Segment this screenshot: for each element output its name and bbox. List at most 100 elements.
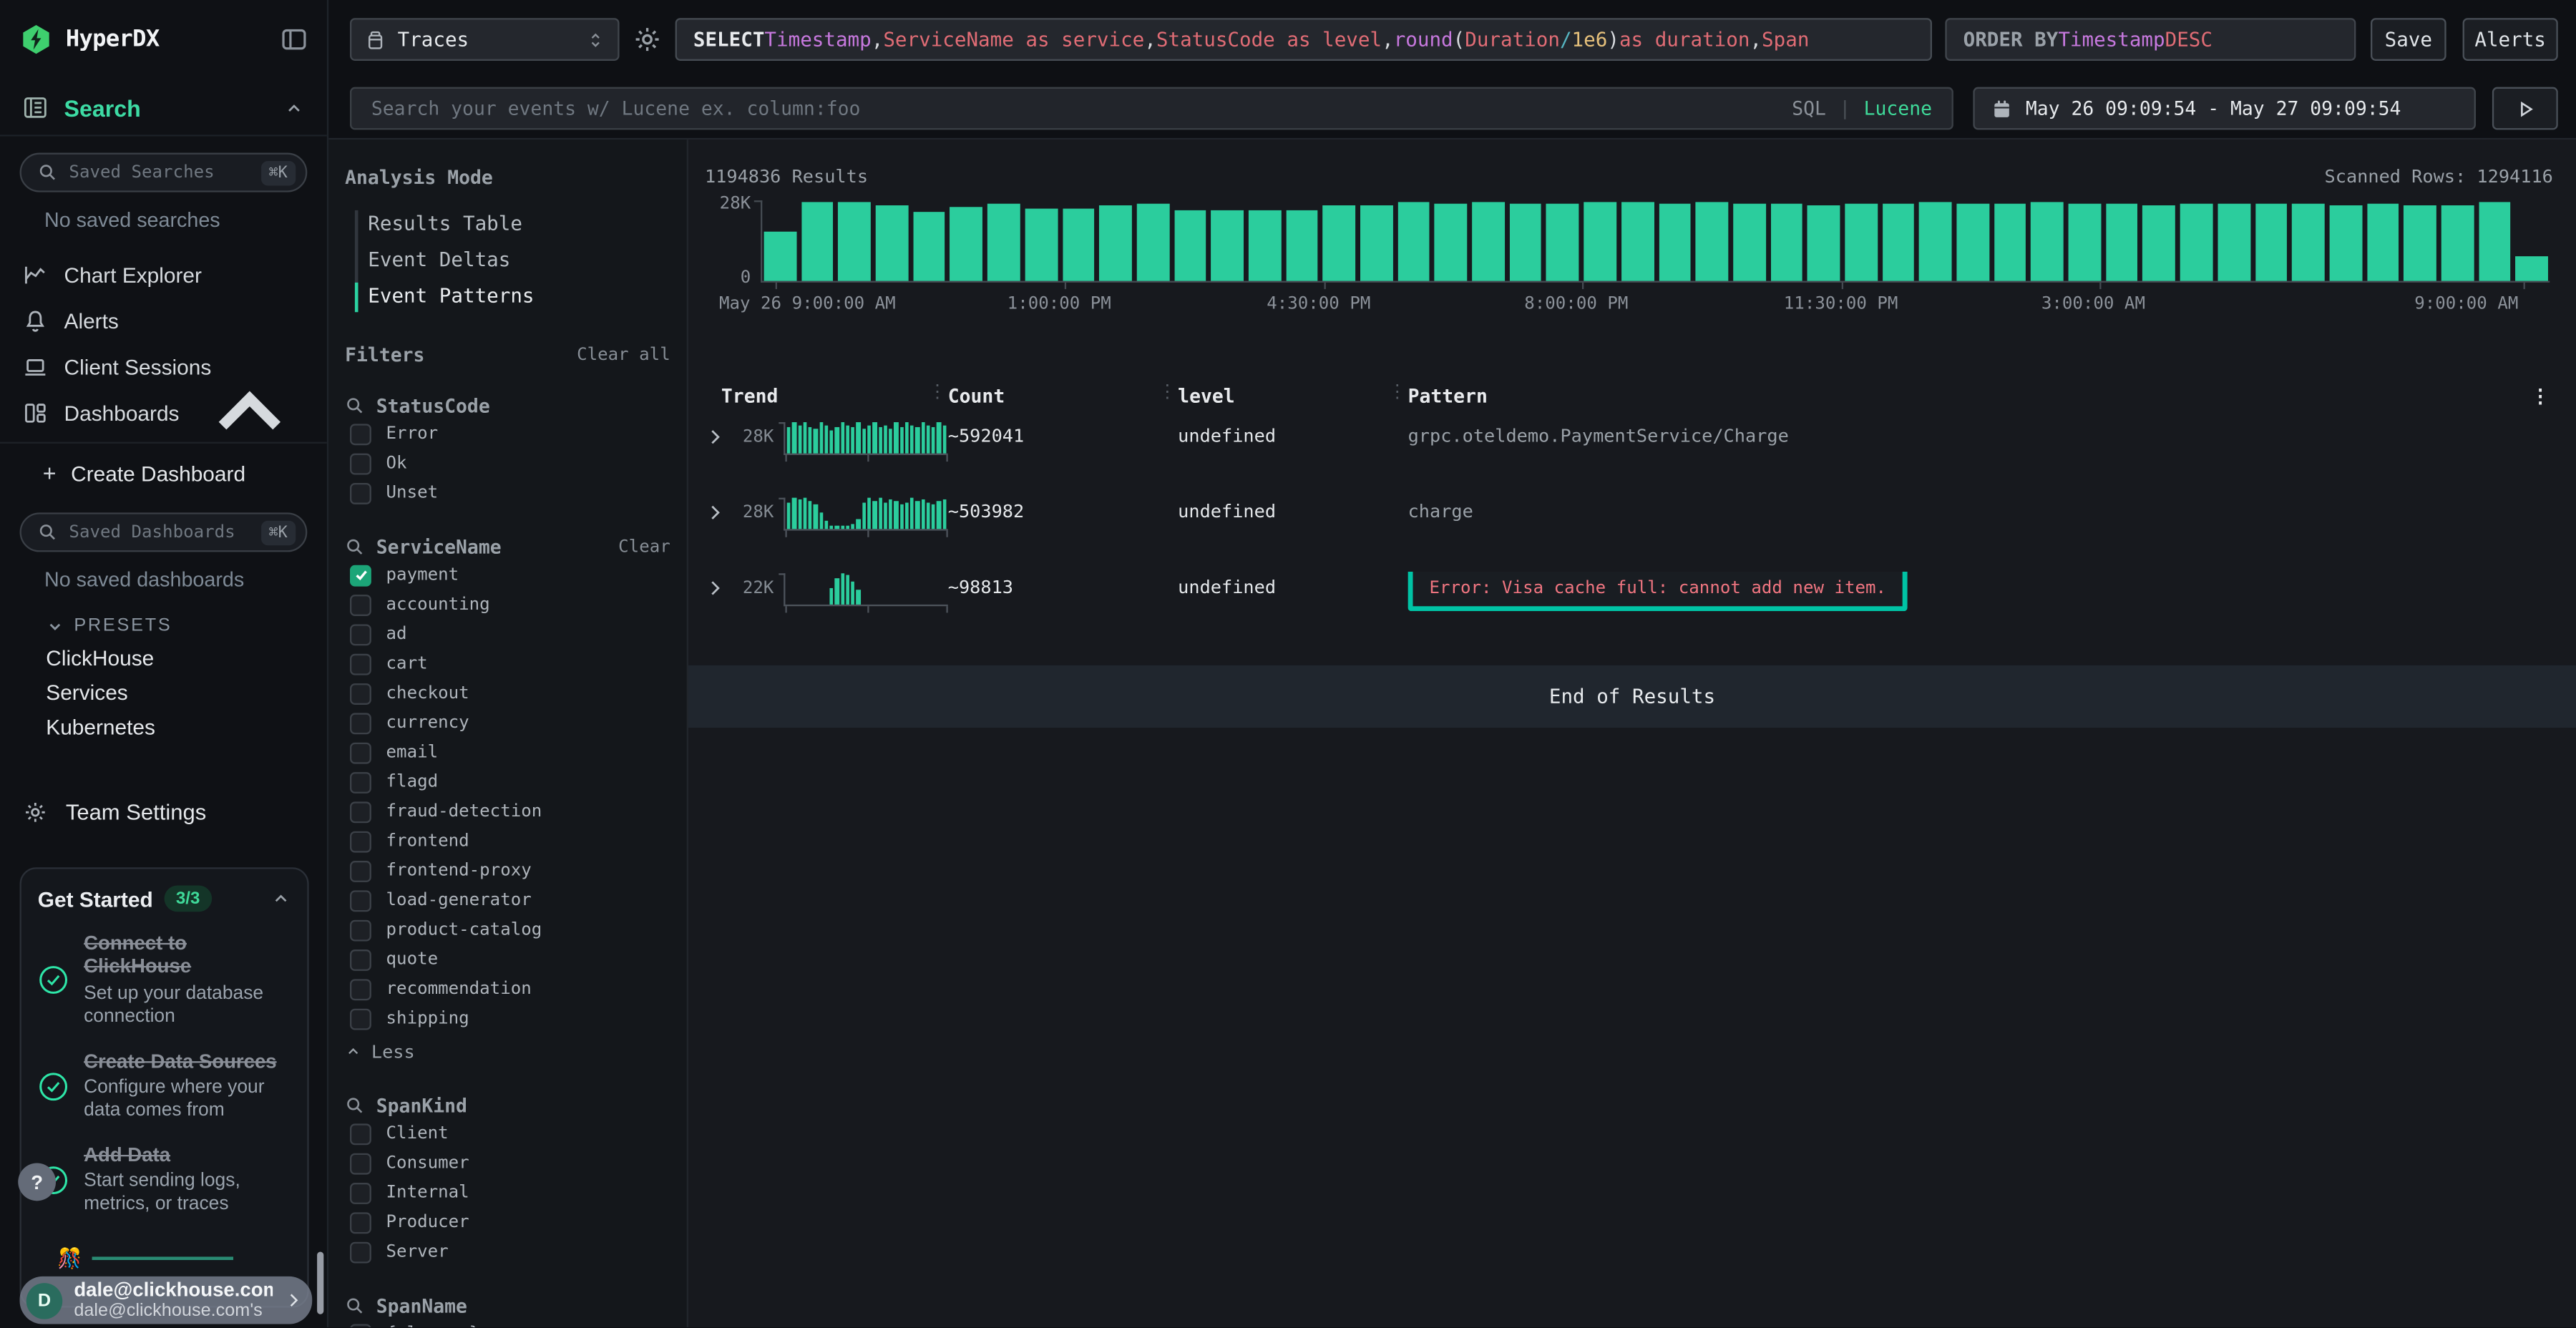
sidebar-item-dashboards[interactable]: Dashboards [0,389,327,435]
column-header-count[interactable]: ⋮Count [948,384,1178,407]
filter-option-ok[interactable]: Ok [345,449,670,478]
histogram-bar[interactable] [2366,205,2399,281]
histogram-bar[interactable] [2441,205,2474,281]
histogram-bar[interactable] [1435,204,1467,281]
filter-option-error[interactable]: Error [345,419,670,448]
histogram-bar[interactable] [2516,257,2548,281]
sidebar-collapse-icon[interactable] [281,26,308,53]
filter-option-ad[interactable]: ad [345,620,670,649]
checkbox[interactable] [350,771,371,793]
histogram-bar[interactable] [2180,204,2212,281]
checkbox[interactable] [350,1241,371,1263]
chevron-up-icon[interactable] [271,889,291,909]
onboarding-item[interactable]: Create Data SourcesConfigure where your … [38,1049,291,1123]
histogram-bar[interactable] [1025,208,1057,280]
histogram-bar[interactable] [1882,204,1914,281]
histogram-bar[interactable] [1807,205,1840,281]
histogram-bar[interactable] [1659,205,1691,281]
save-button[interactable]: Save [2371,18,2446,61]
clear-all-link[interactable]: Clear all [577,345,670,365]
histogram-bar[interactable] [1211,210,1244,281]
histogram-bar[interactable] [1696,201,1728,280]
filter-option-currency[interactable]: currency [345,708,670,738]
sidebar-item-search[interactable]: Search [0,81,327,137]
source-selector[interactable]: Traces [350,18,620,61]
filter-option-unset[interactable]: Unset [345,478,670,507]
user-menu[interactable]: D dale@clickhouse.com dale@clickhouse.co… [20,1276,313,1324]
filter-option-client[interactable]: Client [345,1119,670,1148]
filter-option-quote[interactable]: quote [345,944,670,974]
checkbox[interactable] [350,712,371,733]
table-row[interactable]: 28K~592041undefinedgrpc.oteldemo.Payment… [705,411,2550,487]
checkbox[interactable] [350,1323,371,1328]
histogram-bar[interactable] [1472,203,1504,281]
saved-dashboards-input[interactable]: Saved Dashboards ⌘K [20,512,308,552]
histogram-bar[interactable] [913,213,945,281]
column-header-pattern[interactable]: ⋮Pattern [1408,384,2517,407]
saved-searches-input[interactable]: Saved Searches ⌘K [20,153,308,192]
expand-row-chevron-icon[interactable] [705,503,725,523]
histogram-bar[interactable] [1062,209,1094,280]
preset-item-services[interactable]: Services [0,675,327,710]
checkbox[interactable] [350,801,371,822]
checkbox[interactable] [350,1008,371,1030]
column-separator-icon[interactable]: ⋮ [1158,381,1176,403]
checkbox[interactable] [350,889,371,911]
histogram-bar[interactable] [2069,204,2101,281]
histogram-bar[interactable] [1323,206,1355,281]
filter-option-accounting[interactable]: accounting [345,590,670,619]
checkbox[interactable] [350,1182,371,1204]
analysis-mode-results-table[interactable]: Results Table [368,205,670,242]
histogram-bar[interactable] [1249,210,1281,281]
histogram-bar[interactable] [2218,204,2250,281]
onboarding-item[interactable]: Connect to ClickHouseSet up your databas… [38,932,291,1030]
sidebar-item-chart-explorer[interactable]: Chart Explorer [0,251,327,297]
histogram-bar[interactable] [801,203,834,281]
checkbox[interactable] [350,949,371,970]
results-histogram[interactable]: 28K 0 May 26 9:00:00 AM1:00:00 PM4:30:00… [705,200,2550,318]
checkbox[interactable] [350,1123,371,1144]
source-settings-gear-icon[interactable] [633,24,662,54]
filter-option-email[interactable]: email [345,738,670,767]
clear-group-link[interactable]: Clear [618,537,670,557]
lang-sql-option[interactable]: SQL [1792,97,1826,119]
checkbox[interactable] [350,594,371,615]
checkbox[interactable] [350,423,371,444]
histogram-bar[interactable] [1994,205,2026,281]
checkbox[interactable] [350,978,371,1000]
column-header-trend[interactable]: Trend [705,384,948,407]
histogram-bar[interactable] [1546,204,1579,281]
histogram-bar[interactable] [1621,203,1654,281]
histogram-bar[interactable] [1099,205,1131,281]
sidebar-scrollbar-thumb[interactable] [317,1252,323,1314]
histogram-bar[interactable] [1397,203,1430,281]
filter-option-flagd[interactable]: flagd [345,767,670,796]
histogram-bar[interactable] [1919,203,1951,281]
column-separator-icon[interactable]: ⋮ [928,381,946,403]
checkbox[interactable] [350,1153,371,1174]
histogram-bar[interactable] [2106,205,2138,281]
histogram-plot[interactable] [761,200,2550,283]
onboarding-item[interactable]: Add DataStart sending logs, metrics, or … [38,1143,291,1217]
histogram-bar[interactable] [1956,205,1989,281]
filter-option-producer[interactable]: Producer [345,1208,670,1237]
histogram-bar[interactable] [1509,205,1541,281]
column-header-level[interactable]: ⋮level [1178,384,1407,407]
order-by-editor[interactable]: ORDER BY Timestamp DESC [1945,18,2356,61]
checkbox[interactable] [350,860,371,882]
checkbox[interactable] [350,742,371,763]
sidebar-item-alerts[interactable]: Alerts [0,298,327,343]
filter-option-payment[interactable]: payment [345,560,670,590]
filter-option-load-generator[interactable]: load-generator [345,886,670,915]
analysis-mode-event-deltas[interactable]: Event Deltas [368,242,670,278]
filter-option-fraud-detection[interactable]: fraud-detection [345,797,670,826]
filter-option-consumer[interactable]: Consumer [345,1148,670,1178]
expand-row-chevron-icon[interactable] [705,578,725,598]
histogram-bar[interactable] [2479,203,2511,281]
histogram-bar[interactable] [1360,206,1392,281]
filter-option-checkout[interactable]: checkout [345,678,670,708]
histogram-bar[interactable] [2404,206,2436,281]
histogram-bar[interactable] [1770,205,1802,281]
date-range-picker[interactable]: May 26 09:09:54 - May 27 09:09:54 [1973,87,2476,130]
histogram-bar[interactable] [2329,205,2361,281]
